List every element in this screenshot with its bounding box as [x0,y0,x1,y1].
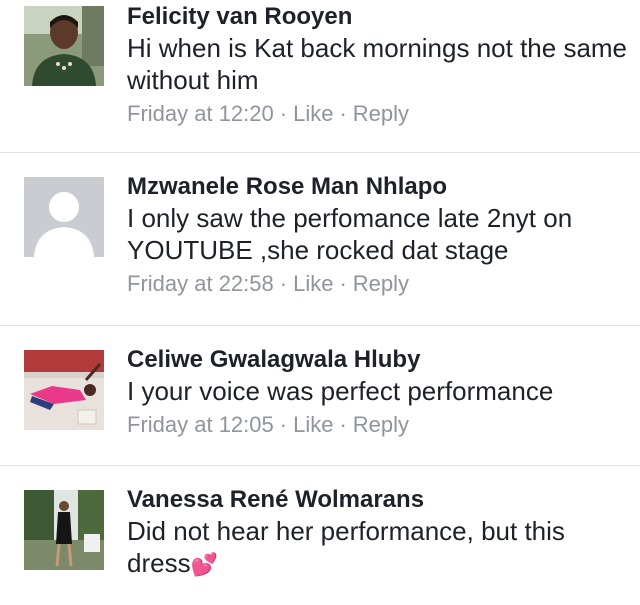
reply-link[interactable]: Reply [353,412,409,437]
profile-photo [24,350,104,430]
comment-timestamp[interactable]: Friday at 12:05 [127,412,274,437]
commenter-name[interactable]: Mzwanele Rose Man Nhlapo [127,173,630,201]
meta-separator: · [339,412,347,437]
comment-text: Did not hear her performance, but this d… [127,515,630,581]
like-link[interactable]: Like [293,101,333,126]
meta-separator: · [279,412,288,437]
profile-photo [24,6,104,86]
two-hearts-icon: 💕 [190,552,218,577]
avatar[interactable] [24,177,104,257]
profile-photo [24,490,104,570]
comment-text: I your voice was perfect performance [127,376,554,406]
comment-text: I only saw the perfomance late 2nyt on Y… [127,203,573,265]
comment-item: Mzwanele Rose Man Nhlapo I only saw the … [0,153,640,326]
default-avatar-icon [24,177,104,257]
comments-list: Felicity van Rooyen Hi when is Kat back … [0,0,640,605]
like-link[interactable]: Like [293,271,333,296]
commenter-name[interactable]: Felicity van Rooyen [127,3,630,31]
comment-timestamp[interactable]: Friday at 22:58 [127,271,274,296]
meta-separator: · [279,101,288,126]
avatar[interactable] [24,350,104,430]
reply-link[interactable]: Reply [353,101,409,126]
meta-separator: · [279,271,288,296]
comment-meta: Friday at 12:05 · Like · Reply [127,411,630,439]
avatar[interactable] [24,6,104,86]
commenter-name[interactable]: Vanessa René Wolmarans [127,486,630,514]
comment-item: Vanessa René Wolmarans Did not hear her … [0,466,640,605]
comment-meta: Friday at 12:20 · Like · Reply [127,100,630,128]
like-link[interactable]: Like [293,412,333,437]
comment-item: Felicity van Rooyen Hi when is Kat back … [0,0,640,153]
comment-meta: Friday at 22:58 · Like · Reply [127,270,630,298]
comment-text: Hi when is Kat back mornings not the sam… [127,33,628,95]
comment-timestamp[interactable]: Friday at 12:20 [127,101,274,126]
avatar[interactable] [24,490,104,570]
meta-separator: · [339,101,347,126]
meta-separator: · [339,271,347,296]
commenter-name[interactable]: Celiwe Gwalagwala Hluby [127,346,630,374]
reply-link[interactable]: Reply [353,271,409,296]
comment-item: Celiwe Gwalagwala Hluby I your voice was… [0,326,640,466]
